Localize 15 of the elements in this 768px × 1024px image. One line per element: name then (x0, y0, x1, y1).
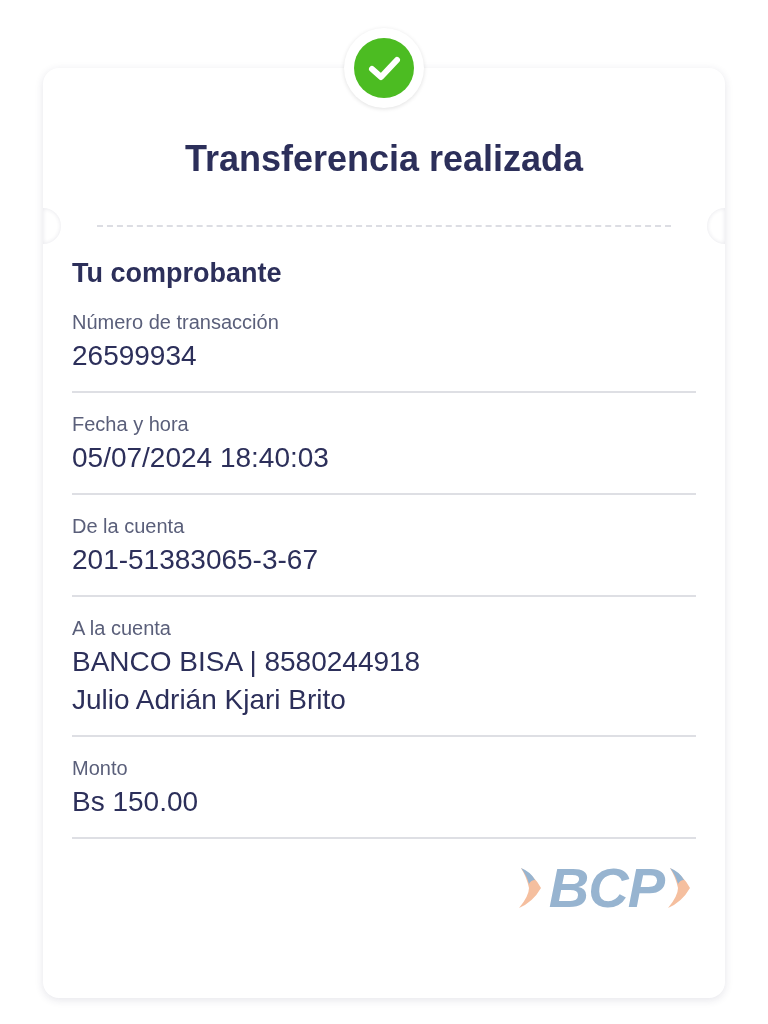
field-value: Julio Adrián Kjari Brito (72, 683, 347, 717)
field-value: 26599934 (72, 339, 198, 373)
field-value: 201-51383065-3-67 (72, 543, 319, 577)
field-label: Monto (72, 756, 129, 781)
field-label: Número de transacción (72, 310, 280, 335)
screen-title: Transferencia realizada (183, 138, 585, 180)
field-label: A la cuenta (72, 616, 172, 641)
field-label: Fecha y hora (72, 412, 190, 437)
section-title: Tu comprobante (72, 258, 283, 289)
field-value: 05/07/2024 18:40:03 (72, 441, 330, 475)
field-value: BANCO BISA | 8580244918 (72, 645, 422, 679)
bank-logo: BCP (516, 855, 696, 920)
field-label: De la cuenta (72, 514, 186, 539)
field-value: Bs 150.00 (72, 785, 200, 819)
check-icon (354, 38, 414, 98)
